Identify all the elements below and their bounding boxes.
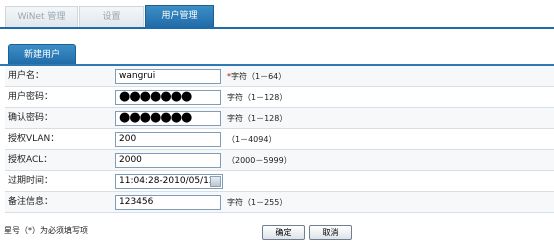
- top-tab-underline: [0, 27, 554, 29]
- acl-hint: （2000－5999）: [227, 156, 292, 165]
- remark-hint: 字符（1－255）: [227, 198, 288, 207]
- expiry-value: 11:04:28-2010/05/12: [119, 176, 215, 186]
- vlan-hint: （1－4094）: [227, 135, 277, 144]
- password-input[interactable]: ●●●●●●●: [115, 90, 221, 105]
- username-hint: *字符（1－64）: [227, 72, 287, 81]
- row-expiry: 过期时间： 11:04:28-2010/05/12: [5, 171, 554, 192]
- required-footnote: 星号（*）为必须填写项: [4, 226, 88, 235]
- top-tab-bar: WiNet 管理 设置 用户管理: [0, 0, 554, 29]
- expiry-input[interactable]: 11:04:28-2010/05/12: [115, 174, 223, 189]
- confirm-password-input[interactable]: ●●●●●●●: [115, 111, 221, 126]
- vlan-input[interactable]: 200: [115, 132, 221, 147]
- confirm-password-label: 确认密码：: [8, 113, 54, 123]
- ok-button[interactable]: 确定: [262, 225, 305, 240]
- password-label: 用户密码：: [8, 92, 54, 102]
- tab-settings[interactable]: 设置: [79, 6, 144, 28]
- password-hint: 字符（1－128）: [227, 93, 288, 102]
- subtab-new-user[interactable]: 新建用户: [8, 44, 76, 65]
- remark-label: 备注信息：: [8, 197, 54, 207]
- expiry-label: 过期时间：: [8, 176, 54, 186]
- remark-input[interactable]: 123456: [115, 195, 221, 210]
- row-remark: 备注信息： 123456 字符（1－255）: [5, 192, 554, 213]
- tab-user-management[interactable]: 用户管理: [145, 5, 214, 28]
- username-input[interactable]: wangrui: [115, 69, 221, 84]
- calendar-icon[interactable]: [210, 176, 221, 187]
- row-acl: 授权ACL： 2000 （2000－5999）: [5, 150, 554, 171]
- tab-winet-management[interactable]: WiNet 管理: [5, 6, 78, 28]
- username-label: 用户名：: [8, 71, 45, 81]
- confirm-password-hint: 字符（1－128）: [227, 114, 288, 123]
- cancel-button[interactable]: 取消: [309, 225, 352, 240]
- row-vlan: 授权VLAN： 200 （1－4094）: [5, 129, 554, 150]
- acl-input[interactable]: 2000: [115, 153, 221, 168]
- row-password: 用户密码： ●●●●●●● 字符（1－128）: [5, 87, 554, 108]
- vlan-label: 授权VLAN：: [8, 134, 60, 144]
- acl-label: 授权ACL：: [8, 155, 53, 165]
- row-username: 用户名： wangrui *字符（1－64）: [5, 66, 554, 87]
- row-confirm-password: 确认密码： ●●●●●●● 字符（1－128）: [5, 108, 554, 129]
- new-user-form: 用户名： wangrui *字符（1－64） 用户密码： ●●●●●●● 字符（…: [5, 66, 554, 213]
